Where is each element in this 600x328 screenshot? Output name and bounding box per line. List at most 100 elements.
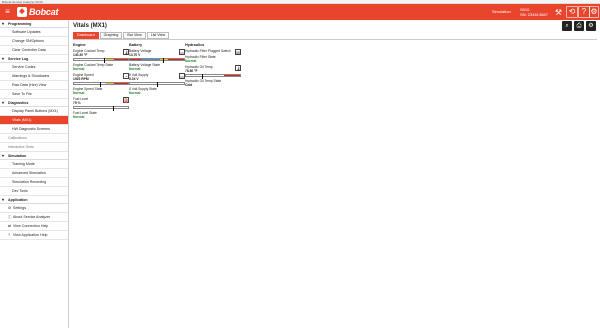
chevron-down-icon: ▾: [2, 21, 5, 26]
app-header: ≡ ◆ Bobcat Simulation S510 SN: 234613887…: [0, 4, 600, 20]
hydraulic-oil-temp-gauge: Hydraulic Oil Temp 78.80 °F 🌡: [185, 65, 242, 79]
section-label: Simulation: [8, 154, 27, 158]
thermometer-icon: 🌡: [235, 65, 242, 71]
gauge-value: 1925 RPM: [73, 77, 89, 81]
hydraulic-filter-switch: Hydraulic Filter Plugged Switch ▤: [185, 49, 241, 55]
engine-coolant-state: Engine Coolant Temp State Normal: [73, 63, 129, 71]
battery-column: Battery Battery Voltage 13.70 V ▭ Batter…: [129, 43, 185, 95]
gauge-needle: [112, 106, 114, 111]
gauge-bar: [73, 106, 129, 111]
sidebar-item-about[interactable]: ⓘAbout Service Analyzer: [0, 213, 68, 222]
state-value: Cold: [185, 83, 193, 87]
connection-icon: ⇄: [8, 224, 12, 228]
sidebar-item-save-to-file[interactable]: Save To File: [0, 90, 68, 99]
gauge-needle: [103, 58, 105, 63]
sidebar-item-clear-controller[interactable]: Clear Controller Data: [0, 46, 68, 55]
section-label: Application: [8, 198, 28, 202]
sidebar-section-simulation[interactable]: ▾ Simulation: [0, 152, 68, 160]
section-label: Programming: [8, 22, 32, 26]
sidebar-section-service-log[interactable]: ▾ Service Log: [0, 55, 68, 63]
sidebar-section-diagnostics[interactable]: ▾ Diagnostics: [0, 99, 68, 107]
gauge-value: 13.70 V: [129, 53, 141, 57]
state-value: Normal: [185, 59, 197, 63]
bobcat-logo: ◆ Bobcat: [17, 6, 59, 18]
engine-column: Engine Engine Coolant Temp 140.30 °F 🌡 E…: [73, 43, 129, 119]
machine-icon: ⚒: [554, 8, 563, 17]
tab-dashboard[interactable]: Dashboard: [73, 32, 99, 39]
item-label: About Service Analyzer: [13, 215, 51, 219]
filter-icon: ▤: [235, 49, 241, 55]
section-label: Diagnostics: [8, 101, 29, 105]
gauge-needle: [99, 82, 101, 87]
page-title: Vitals (MX1): [73, 23, 107, 29]
sidebar-item-dev-tools[interactable]: Dev Tools: [0, 187, 68, 196]
refresh-button[interactable]: ⟲: [566, 6, 578, 18]
toolbar: ⌕ ⎙ ⚙: [562, 21, 596, 31]
sidebar-item-vitals[interactable]: Vitals (MX1): [0, 116, 68, 125]
state-value: Normal: [73, 115, 85, 119]
search-icon[interactable]: ⌕: [562, 21, 572, 31]
sidebar-item-calibrations[interactable]: Calibrations: [0, 134, 68, 143]
sidebar-item-connection-help[interactable]: ⇄ View Connection Help: [0, 222, 68, 231]
engine-speed-state: Engine Speed State Normal: [73, 87, 129, 95]
settings-button[interactable]: ⚙: [589, 6, 599, 18]
gauge-bar: [129, 82, 185, 87]
item-label: View Application Help: [13, 233, 48, 237]
sidebar-item-interactive-tests[interactable]: Interactive Tests: [0, 143, 68, 152]
config-icon[interactable]: ⚙: [586, 21, 596, 31]
info-icon: ⓘ: [8, 215, 12, 219]
sidebar-item-training-mode[interactable]: Training Mode: [0, 160, 68, 169]
sidebar-item-warnings[interactable]: Warnings & Shutdowns: [0, 72, 68, 81]
sidebar-item-simulation-recording[interactable]: Simulation Recording: [0, 178, 68, 187]
chevron-down-icon: ▾: [2, 153, 5, 158]
chevron-down-icon: ▾: [2, 197, 5, 202]
gauge-value: 140.30 °F: [73, 53, 88, 57]
sidebar-item-change-sn[interactable]: Change SN/Options: [0, 37, 68, 46]
sidebar-item-advanced-simulation[interactable]: Advanced Simulation: [0, 169, 68, 178]
gauge-bar: [129, 58, 185, 63]
chevron-down-icon: ▾: [2, 100, 5, 105]
item-label: Settings: [13, 206, 26, 210]
sidebar-section-programming[interactable]: ▾ Programming: [0, 20, 68, 28]
fuel-pump-icon: ⛽: [123, 97, 129, 103]
gauge-bar: [73, 82, 129, 87]
engine-coolant-gauge: Engine Coolant Temp 140.30 °F 🌡: [73, 49, 129, 63]
tab-list-view[interactable]: List View: [146, 32, 170, 39]
sidebar-item-application-help[interactable]: ? View Application Help: [0, 231, 68, 240]
item-label: View Connection Help: [13, 224, 49, 228]
sidebar-item-settings[interactable]: ⚙ Settings: [0, 204, 68, 213]
machine-serial: SN: 234613887: [520, 12, 548, 17]
battery-voltage-gauge: Battery Voltage 13.70 V ▭: [129, 49, 185, 63]
sidebar-item-service-codes[interactable]: Service Codes: [0, 63, 68, 72]
state-value: Normal: [129, 67, 141, 71]
hydraulic-oil-temp-state: Hydraulic Oil Temp State Cold: [185, 79, 241, 87]
sidebar-item-display-panel[interactable]: Display Panel Buttons (MX1): [0, 107, 68, 116]
gear-icon: ⚙: [8, 206, 12, 210]
logo-text: Bobcat: [29, 7, 59, 17]
sidebar: ▾ Programming Software Updates Change SN/…: [0, 20, 69, 328]
state-value: Normal: [129, 91, 141, 95]
gauge-needle: [157, 82, 158, 87]
sidebar-item-software-updates[interactable]: Software Updates: [0, 28, 68, 37]
hydraulics-header: Hydraulics: [185, 43, 205, 47]
print-icon[interactable]: ⎙: [574, 21, 584, 31]
sidebar-section-application[interactable]: ▾ Application: [0, 196, 68, 204]
main-panel: ⌕ ⎙ ⚙ Vitals (MX1) Dashboard Graphing Ba…: [70, 20, 600, 328]
gauge-needle: [202, 74, 204, 79]
gauge-label: Hydraulic Filter Plugged Switch: [185, 49, 231, 53]
tab-divider: [73, 39, 597, 40]
gauge-needle: [163, 58, 165, 63]
hydraulic-filter-state: Hydraulic Filter State Normal: [185, 55, 241, 63]
state-value: Normal: [73, 67, 85, 71]
sidebar-item-hw-diagnostic[interactable]: HW Diagnostic Screens: [0, 125, 68, 134]
battery-header: Battery: [129, 43, 143, 47]
tab-graphing[interactable]: Graphing: [99, 32, 123, 39]
engine-header: Engine: [73, 43, 86, 47]
sidebar-item-raw-data[interactable]: Raw Data (Hex) View: [0, 81, 68, 90]
gauge-value: 78.80 °F: [185, 69, 198, 73]
tab-bar-view[interactable]: Bar View: [123, 32, 146, 39]
gauge-bar: [185, 74, 241, 79]
hamburger-menu-icon[interactable]: ≡: [3, 7, 12, 17]
volt-supply-state: 8 Volt Supply State Normal: [129, 87, 185, 95]
gauge-value: 8.04 V: [129, 77, 139, 81]
